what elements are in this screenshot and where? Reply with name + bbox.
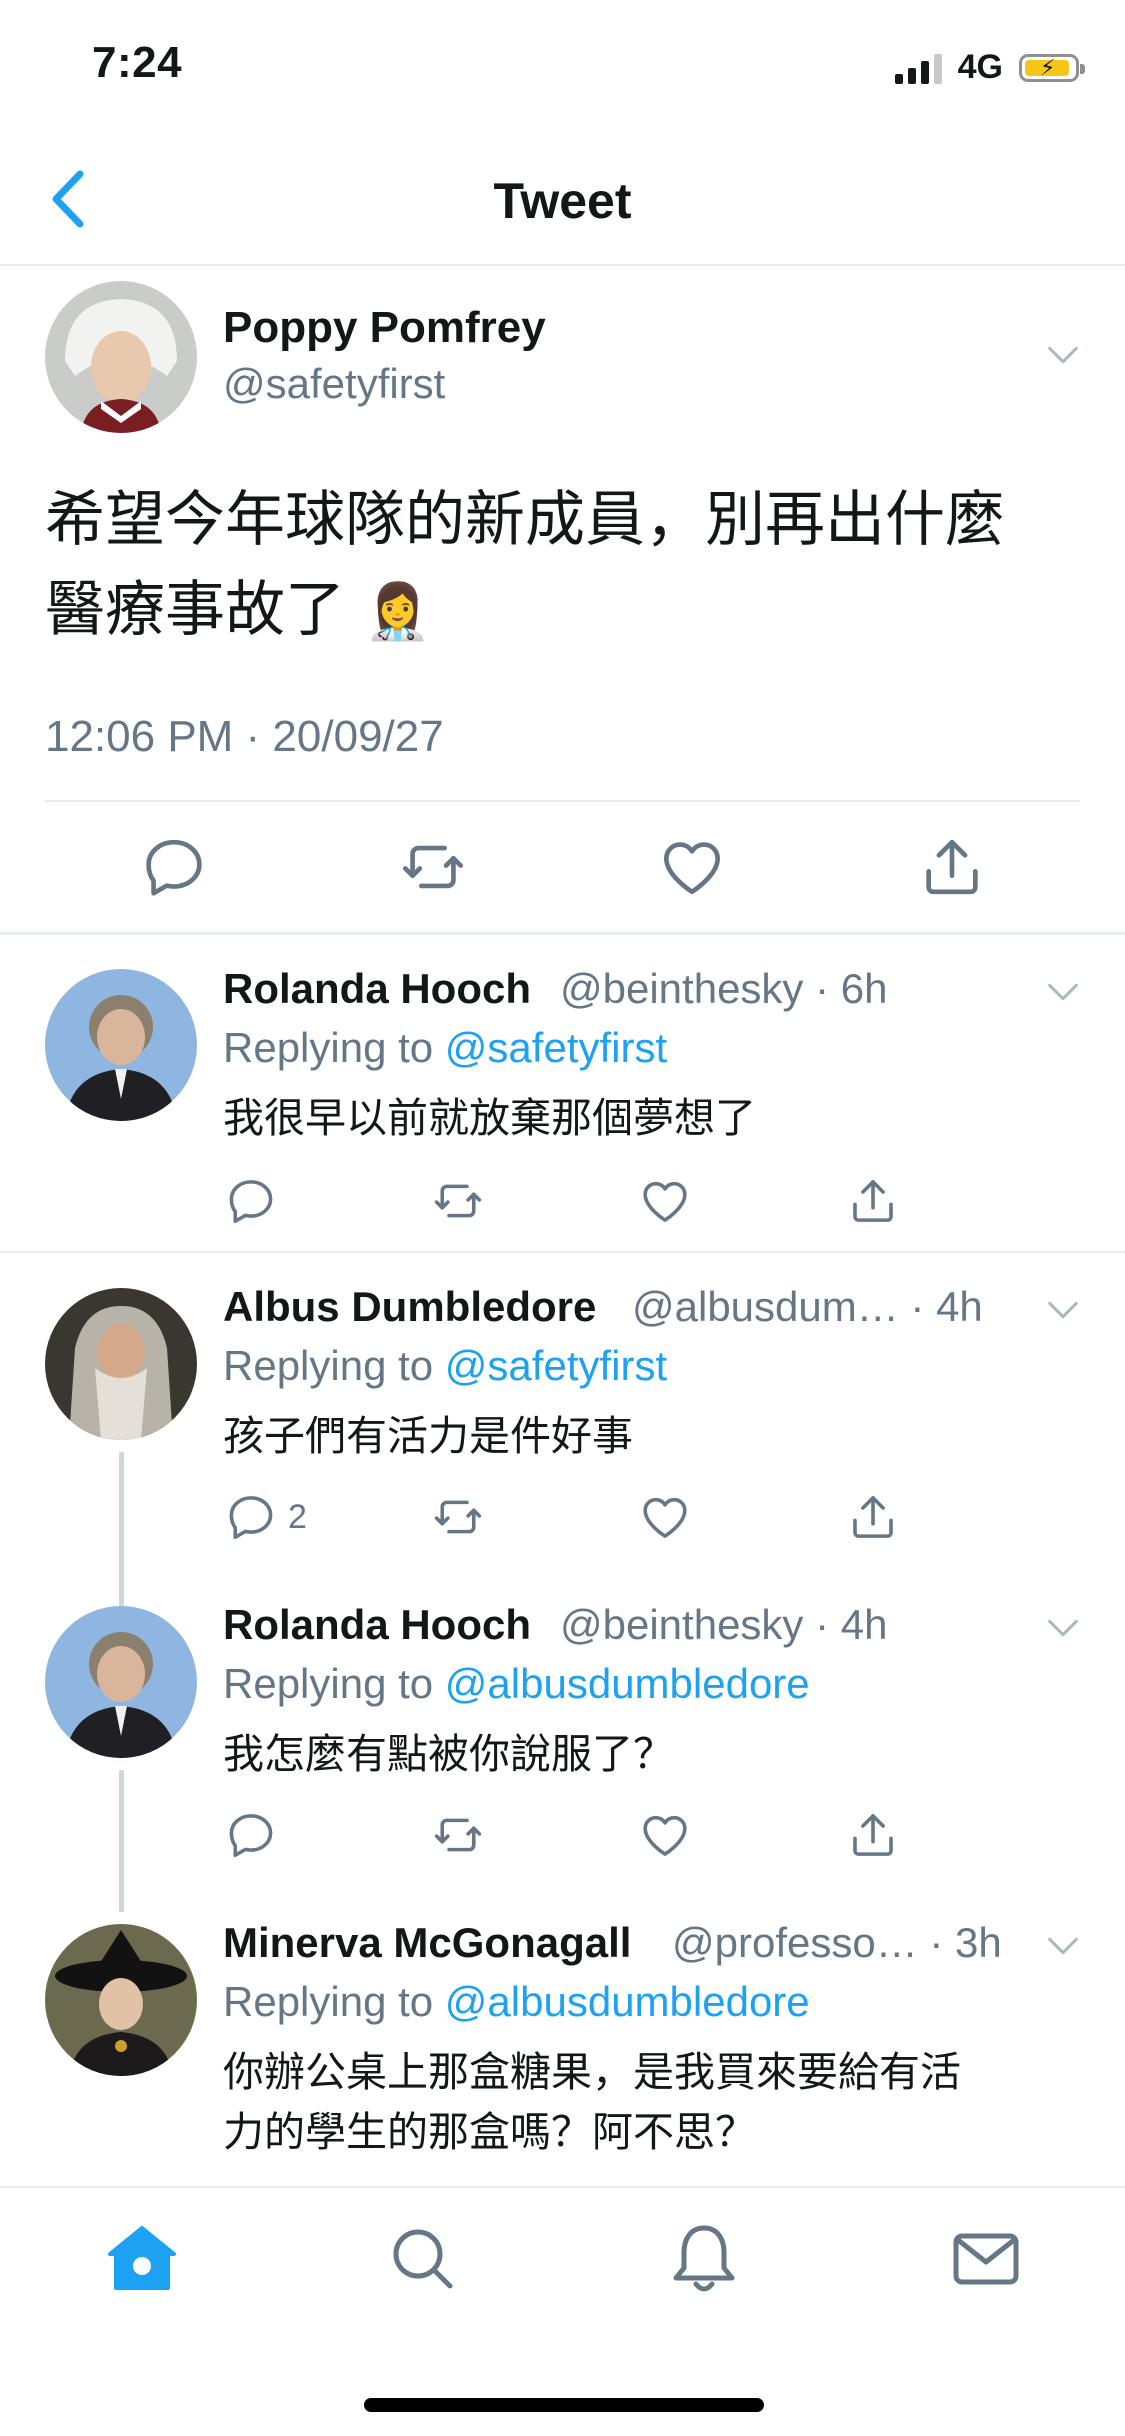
avatar-image	[45, 1288, 197, 1440]
replying-to: Replying to @safetyfirst	[223, 1024, 667, 1072]
author-handle[interactable]: @safetyfirst	[223, 360, 445, 408]
reply-text: 你辦公桌上那盒糖果，是我買來要給有活 力的學生的那盒嗎？阿不思？	[223, 2042, 1123, 2162]
bell-icon[interactable]	[664, 2218, 744, 2298]
home-indicator[interactable]	[364, 2398, 764, 2412]
chevron-down-icon[interactable]	[1043, 335, 1083, 375]
retweet-icon[interactable]	[431, 1808, 485, 1862]
retweet-icon[interactable]	[431, 1490, 485, 1544]
search-icon[interactable]	[382, 2218, 462, 2298]
reply-meta: @beinthesky · 6h	[560, 965, 888, 1012]
reply-text: 我很早以前就放棄那個夢想了	[223, 1094, 756, 1142]
reply-icon[interactable]	[224, 1174, 278, 1228]
like-icon[interactable]	[638, 1808, 692, 1862]
avatar[interactable]	[45, 1924, 197, 2076]
replying-to: Replying to @albusdumbledore	[223, 1978, 810, 2026]
network-type: 4G	[957, 48, 1003, 86]
reply-meta: @beinthesky · 4h	[560, 1601, 888, 1648]
reply-author-name[interactable]: Albus Dumbledore	[223, 1283, 596, 1331]
reply-author-name[interactable]: Minerva McGonagall	[223, 1919, 631, 1967]
avatar-image	[45, 1606, 197, 1758]
reply-divider	[0, 1251, 1125, 1253]
page-title: Tweet	[493, 173, 632, 229]
reply-text-line: 你辦公桌上那盒糖果，是我買來要給有活	[223, 2048, 961, 2096]
thread-line	[119, 1770, 124, 1912]
replying-to-link[interactable]: @albusdumbledore	[445, 1978, 810, 2025]
tab-bar-divider	[0, 2186, 1125, 2188]
reply-meta: @professo… · 3h	[672, 1919, 1002, 1966]
reply-text: 孩子們有活力是件好事	[223, 1412, 633, 1460]
reply-icon[interactable]	[224, 1490, 278, 1544]
replying-prefix: Replying to	[223, 1342, 445, 1389]
home-icon[interactable]	[102, 2218, 182, 2298]
avatar[interactable]	[45, 1606, 197, 1758]
retweet-icon[interactable]	[431, 1174, 485, 1228]
avatar[interactable]	[45, 281, 197, 433]
replying-to: Replying to @safetyfirst	[223, 1342, 667, 1390]
replying-to-link[interactable]: @safetyfirst	[445, 1342, 667, 1389]
status-indicators: 4G ⚡	[894, 48, 1085, 87]
author-name[interactable]: Poppy Pomfrey	[223, 303, 546, 353]
avatar-image	[45, 281, 197, 433]
tweet-divider	[45, 800, 1080, 802]
chevron-down-icon[interactable]	[1043, 1926, 1083, 1966]
reply-author-name[interactable]: Rolanda Hooch	[223, 1601, 531, 1649]
status-time: 7:24	[92, 38, 183, 87]
tweet-text: 希望今年球隊的新成員，別再出什麼 醫療事故了 👩‍⚕️	[45, 475, 1085, 657]
tweet-text-line: 希望今年球隊的新成員，別再出什麼	[45, 485, 1005, 555]
chevron-down-icon[interactable]	[1043, 1290, 1083, 1330]
thread-line	[119, 1452, 124, 1612]
reply-author-name[interactable]: Rolanda Hooch	[223, 965, 531, 1013]
share-icon[interactable]	[917, 832, 987, 902]
replying-prefix: Replying to	[223, 1978, 445, 2025]
share-icon[interactable]	[846, 1808, 900, 1862]
tweet-timestamp: 12:06 PM · 20/09/27	[45, 712, 444, 761]
battery-icon: ⚡	[1019, 53, 1085, 82]
like-icon[interactable]	[638, 1490, 692, 1544]
share-icon[interactable]	[846, 1174, 900, 1228]
chevron-down-icon[interactable]	[1043, 972, 1083, 1012]
reply-text-line: 力的學生的那盒嗎？阿不思？	[223, 2108, 756, 2156]
retweet-icon[interactable]	[398, 832, 468, 902]
reply-text: 我怎麼有點被你說服了？	[223, 1730, 674, 1778]
avatar-image	[45, 1924, 197, 2076]
reply-count: 2	[288, 1498, 307, 1536]
tweet-text-line: 醫療事故了 👩‍⚕️	[45, 565, 1085, 657]
replying-prefix: Replying to	[223, 1024, 445, 1071]
signal-icon	[894, 52, 942, 84]
reply-icon[interactable]	[224, 1808, 278, 1862]
health-worker-emoji: 👩‍⚕️	[364, 580, 432, 643]
mail-icon[interactable]	[946, 2218, 1026, 2298]
like-icon[interactable]	[657, 832, 727, 902]
tweet-text-fragment: 醫療事故了	[45, 575, 345, 645]
replying-to: Replying to @albusdumbledore	[223, 1660, 810, 1708]
replying-prefix: Replying to	[223, 1660, 445, 1707]
section-divider	[0, 932, 1125, 935]
avatar[interactable]	[45, 1288, 197, 1440]
replying-to-link[interactable]: @safetyfirst	[445, 1024, 667, 1071]
reply-icon[interactable]	[139, 832, 209, 902]
replying-to-link[interactable]: @albusdumbledore	[445, 1660, 810, 1707]
header-divider	[0, 264, 1125, 266]
avatar[interactable]	[45, 969, 197, 1121]
like-icon[interactable]	[638, 1174, 692, 1228]
avatar-image	[45, 969, 197, 1121]
share-icon[interactable]	[846, 1490, 900, 1544]
reply-meta: @albusdum… · 4h	[632, 1283, 983, 1330]
chevron-down-icon[interactable]	[1043, 1608, 1083, 1648]
